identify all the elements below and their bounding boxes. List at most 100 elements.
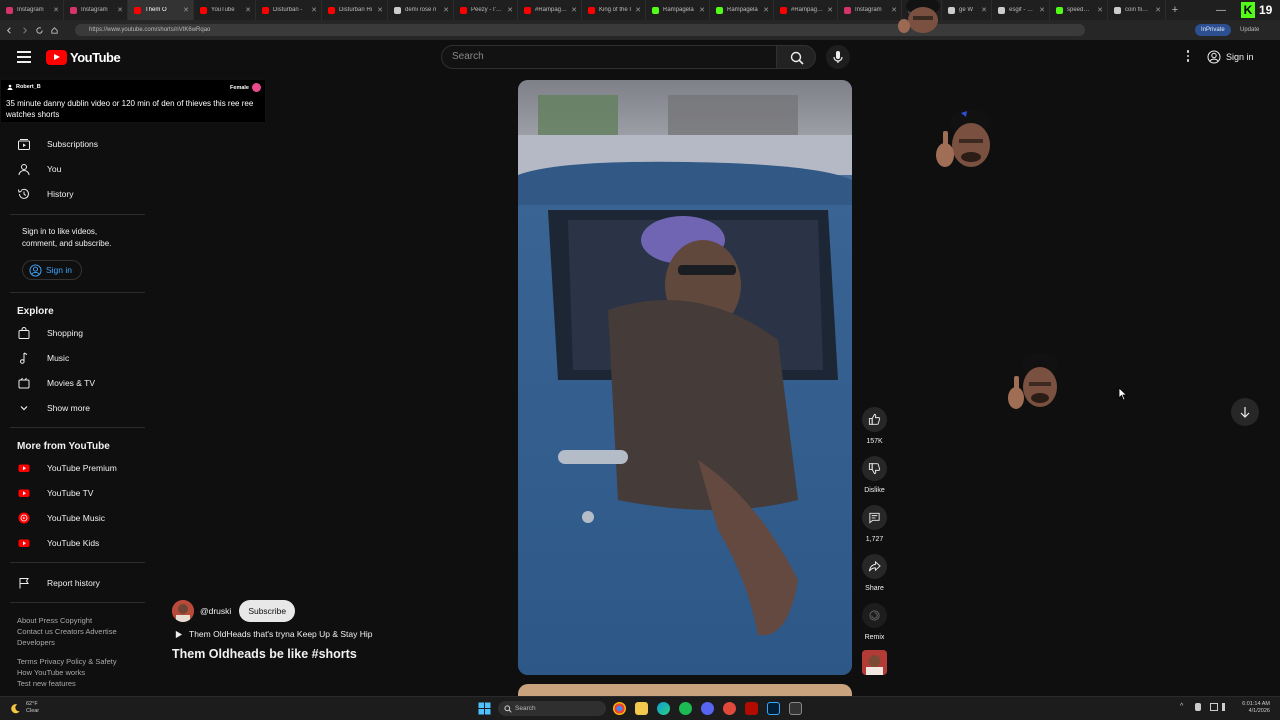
tab-close-icon[interactable]: ✕ [635, 6, 641, 14]
channel-avatar[interactable] [172, 600, 194, 622]
sidebar-item-report-history[interactable]: Report history [0, 572, 150, 594]
sidebar-item-youtube-tv[interactable]: YouTube TV [0, 482, 150, 504]
share-button[interactable]: Share [862, 554, 887, 592]
remix-button[interactable]: Remix [862, 603, 887, 641]
settings-kebab-icon[interactable] [1184, 50, 1192, 64]
obs-icon[interactable] [723, 702, 736, 715]
terminal-icon[interactable] [789, 702, 802, 715]
tab-close-icon[interactable]: ✕ [827, 6, 833, 14]
tab-favicon-icon [652, 6, 659, 14]
browser-tab[interactable]: esgif - Goog✕ [992, 0, 1050, 20]
sound-source-avatar[interactable] [862, 650, 887, 675]
inprivate-badge[interactable]: InPrivate [1195, 24, 1231, 36]
taskbar-search[interactable]: Search [498, 701, 606, 716]
browser-tab[interactable]: #Rampagela ✕ [518, 0, 582, 20]
menu-icon[interactable] [17, 51, 31, 63]
chrome-icon[interactable] [613, 702, 626, 715]
browser-tab[interactable]: King of the I ✕ [582, 0, 646, 20]
browser-tab[interactable]: Instagram ✕ [0, 0, 64, 20]
shorts-video-player[interactable] [518, 80, 852, 675]
tab-close-icon[interactable]: ✕ [763, 6, 769, 14]
tray-chevron-icon[interactable]: ^ [1180, 703, 1189, 712]
search-input[interactable]: Search [441, 45, 777, 69]
footer-links-line[interactable]: Contact us Creators Advertise [17, 626, 142, 637]
tab-close-icon[interactable]: ✕ [245, 6, 251, 14]
tab-close-icon[interactable]: ✕ [443, 6, 449, 14]
sidebar-item-youtube-premium[interactable]: YouTube Premium [0, 457, 150, 479]
home-icon[interactable] [48, 24, 60, 36]
browser-tab[interactable]: demi rose n ✕ [388, 0, 454, 20]
footer-links-line[interactable]: About Press Copyright [17, 615, 142, 626]
tab-close-icon[interactable]: ✕ [1097, 6, 1103, 14]
voice-search-button[interactable] [826, 45, 850, 69]
browser-tab[interactable]: speedWHAT✕ [1050, 0, 1108, 20]
back-icon[interactable] [3, 24, 15, 36]
subscribe-button[interactable]: Subscribe [239, 600, 296, 622]
sidebar-item-youtube-kids[interactable]: YouTube Kids [0, 532, 150, 554]
tab-close-icon[interactable]: ✕ [117, 6, 123, 14]
edge-icon[interactable] [657, 702, 670, 715]
footer-links-line[interactable]: Test new features [17, 678, 142, 689]
tab-close-icon[interactable]: ✕ [699, 6, 705, 14]
photoshop-icon[interactable] [767, 702, 780, 715]
tab-close-icon[interactable]: ✕ [53, 6, 59, 14]
channel-name[interactable]: @druski [200, 606, 231, 616]
spotify-icon[interactable] [679, 702, 692, 715]
tab-close-icon[interactable]: ✕ [1039, 6, 1045, 14]
header-sign-in-button[interactable]: Sign in [1207, 47, 1254, 67]
new-tab-button[interactable]: + [1166, 4, 1184, 16]
sidebar-item-subscriptions[interactable]: Subscriptions [0, 133, 150, 155]
like-button[interactable]: 157K [862, 407, 887, 445]
browser-tab[interactable]: Instagram ✕ [838, 0, 902, 20]
sidebar-show-more[interactable]: Show more [0, 397, 150, 419]
file-explorer-icon[interactable] [635, 702, 648, 715]
sound-row[interactable]: Them OldHeads that's tryna Keep Up & Sta… [174, 629, 373, 639]
discord-icon[interactable] [701, 702, 714, 715]
microphone-tray-icon[interactable] [1195, 703, 1201, 711]
footer-links-line[interactable]: Terms Privacy Policy & Safety [17, 656, 142, 667]
sign-in-label: Sign in [46, 265, 72, 275]
minimize-button[interactable]: — [1216, 0, 1228, 20]
browser-tab[interactable]: Peezy - I'm l ✕ [454, 0, 518, 20]
weather-widget[interactable]: 62°F Clear [10, 701, 39, 715]
sidebar-item-music[interactable]: Music [0, 347, 150, 369]
tab-close-icon[interactable]: ✕ [571, 6, 577, 14]
sidebar-sign-in-button[interactable]: Sign in [22, 260, 82, 280]
forward-icon[interactable] [18, 24, 30, 36]
tab-close-icon[interactable]: ✕ [507, 6, 513, 14]
footer-links-line[interactable]: How YouTube works [17, 667, 142, 678]
browser-tab[interactable]: Disturban - ✕ [256, 0, 322, 20]
search-button[interactable] [776, 45, 816, 69]
youtube-logo[interactable]: YouTube [46, 50, 121, 65]
tab-close-icon[interactable]: ✕ [311, 6, 317, 14]
dislike-button[interactable]: Dislike [862, 456, 887, 494]
footer-links-line[interactable]: Developers [17, 637, 142, 648]
tab-close-icon[interactable]: ✕ [981, 6, 987, 14]
taskbar-clock[interactable]: 6:01:14 AM 4/1/2026 [1232, 701, 1270, 715]
tab-close-icon[interactable]: ✕ [183, 6, 189, 14]
acrobat-icon[interactable] [745, 702, 758, 715]
next-short-preview[interactable] [518, 684, 852, 696]
browser-tab[interactable]: coin flip - G ✕ [1108, 0, 1166, 20]
browser-tab[interactable]: Disturban Hi ✕ [322, 0, 388, 20]
browser-tab[interactable]: #Rampagela ✕ [774, 0, 838, 20]
network-icon[interactable] [1210, 703, 1218, 711]
browser-tab[interactable]: YouTube ✕ [194, 0, 256, 20]
update-button[interactable]: Update [1240, 24, 1259, 36]
sidebar-item-shopping[interactable]: Shopping [0, 322, 150, 344]
sidebar-item-movies-tv[interactable]: Movies & TV [0, 372, 150, 394]
browser-tab[interactable]: Them O ✕ [128, 0, 194, 20]
browser-tab[interactable]: Rampagela ✕ [646, 0, 710, 20]
browser-tab[interactable]: Rampagela ✕ [710, 0, 774, 20]
comments-button[interactable]: 1,727 [862, 505, 887, 543]
windows-start-icon[interactable] [478, 702, 491, 715]
volume-icon[interactable] [1222, 703, 1230, 711]
tab-close-icon[interactable]: ✕ [1155, 6, 1161, 14]
next-video-button[interactable] [1231, 398, 1259, 426]
sidebar-item-history[interactable]: History [0, 183, 150, 205]
sidebar-item-you[interactable]: You [0, 158, 150, 180]
sidebar-item-youtube-music[interactable]: YouTube Music [0, 507, 150, 529]
tab-close-icon[interactable]: ✕ [377, 6, 383, 14]
browser-tab[interactable]: Instagram ✕ [64, 0, 128, 20]
refresh-icon[interactable] [33, 24, 45, 36]
